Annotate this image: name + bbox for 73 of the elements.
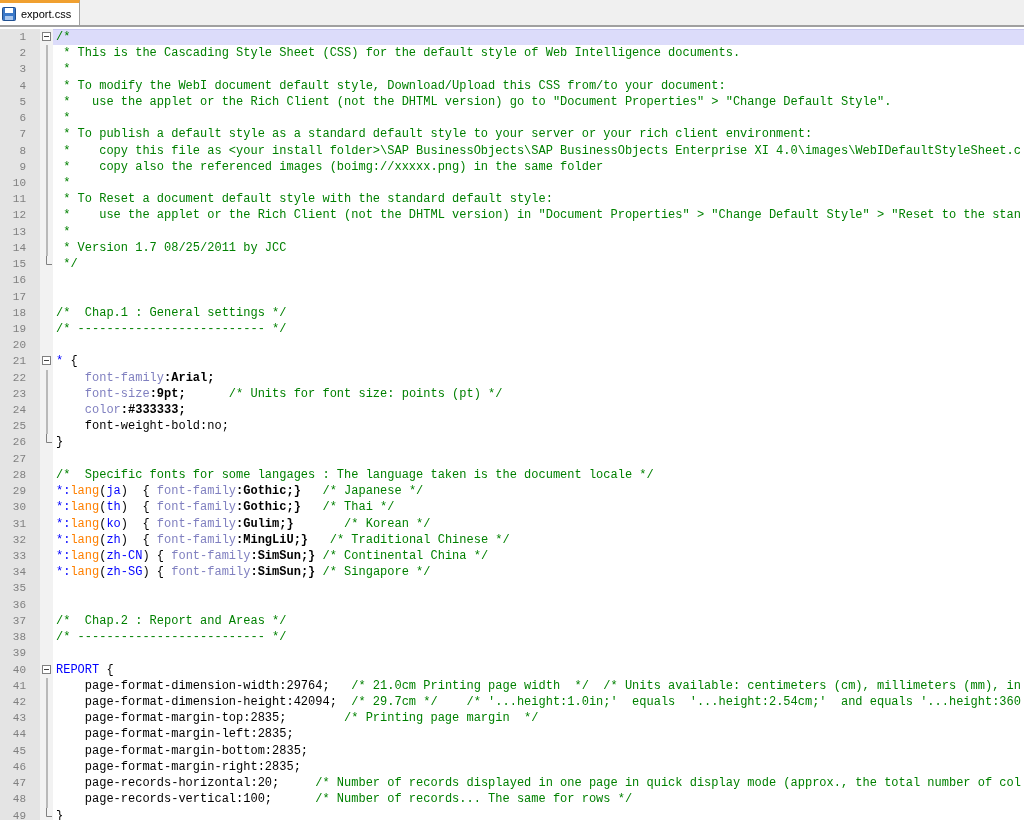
code-line: * Version 1.7 08/25/2011 by JCC — [62, 240, 287, 255]
code-line: page-records-horizontal:20; /* Number of records displayed in one page in quick display mode (approx., the total number of col — [83, 776, 1021, 791]
code-line: *:lang(zh-CN) { font-family:SimSun;} /* Continental China */ — [56, 549, 489, 563]
line-number: 33 — [0, 548, 40, 565]
code-line: * use the applet or the Rich Client (not the DHTML version) go to "Document Properties" > "Change Default Style". — [62, 94, 892, 109]
line-number: 48 — [0, 791, 40, 808]
code-line: * To Reset a document default style with the standard default style: — [62, 192, 553, 207]
line-number: 16 — [0, 272, 40, 289]
line-number: 24 — [0, 402, 40, 419]
line-number: 12 — [0, 207, 40, 224]
code-line: * use the applet or the Rich Client (not the DHTML version) in "Document Properties" > "Change Default Style" > "Reset to the stan — [62, 208, 1021, 223]
line-number: 2 — [0, 45, 40, 62]
code-line: * — [62, 62, 71, 77]
fold-end-marker — [45, 434, 52, 444]
code-line: /* -------------------------- */ — [56, 321, 287, 336]
line-number: 29 — [0, 483, 40, 500]
code-line: * To modify the WebI document default style, Download/Upload this CSS from/to your document: — [62, 78, 726, 93]
code-line: font-family:Arial; — [83, 370, 215, 385]
code-line: * — [62, 111, 71, 126]
fold-toggle-icon[interactable] — [42, 356, 51, 366]
code-line: /* -------------------------- */ — [56, 630, 287, 645]
fold-toggle-icon[interactable] — [42, 32, 51, 41]
code-line: /* Specific fonts for some langages : The language taken is the document locale */ — [56, 467, 654, 482]
code-line: page-format-margin-right:2835; — [83, 759, 301, 774]
code-line: page-format-margin-top:2835; /* Printing page margin */ — [83, 711, 539, 726]
code-line: * — [62, 175, 71, 190]
fold-end-marker — [45, 807, 52, 817]
code-line: font-weight-bold:no; — [83, 419, 229, 434]
line-number: 43 — [0, 710, 40, 727]
line-number: 30 — [0, 499, 40, 516]
code-line: * — [62, 224, 71, 239]
code-line: /* Chap.1 : General settings */ — [56, 305, 287, 320]
code-line: * copy also the referenced images (boimg://xxxxx.png) in the same folder — [62, 159, 604, 174]
line-number: 35 — [0, 580, 40, 597]
line-number: 20 — [0, 337, 40, 354]
code-line: page-format-dimension-height:42094; /* 29.7cm */ /* '...height:1.0in;' equals '...height:2.54cm;' and equals '...height:360 — [83, 694, 1021, 709]
code-line: * To publish a default style as a standard default style to your server or your rich client environment: — [62, 127, 813, 142]
code-line: *:lang(ja) { font-family:Gothic;} /* Japanese */ — [56, 484, 424, 499]
code-line: page-format-dimension-width:29764; /* 21.0cm Printing page width */ /* Units available: centimeters (cm), millimeters (mm), in — [83, 678, 1021, 693]
line-number: 34 — [0, 564, 40, 581]
line-number: 1 — [0, 29, 40, 46]
code-line: page-format-margin-left:2835; — [83, 727, 294, 742]
code-line: } — [56, 435, 64, 450]
code-line: * { — [56, 354, 78, 369]
line-number: 6 — [0, 110, 40, 127]
line-number: 25 — [0, 418, 40, 435]
line-number: 3 — [0, 61, 40, 78]
line-number: 39 — [0, 645, 40, 662]
fold-end-marker — [45, 256, 52, 266]
code-line: page-records-vertical:100; /* Number of records... The same for rows */ — [83, 792, 633, 807]
code-line: REPORT { — [56, 662, 114, 677]
line-number: 15 — [0, 256, 40, 273]
code-line: *:lang(zh-SG) { font-family:SimSun;} /* Singapore */ — [56, 565, 431, 580]
line-number: 11 — [0, 191, 40, 208]
line-number: 47 — [0, 775, 40, 792]
line-number: 7 — [0, 126, 40, 143]
line-number: 26 — [0, 434, 40, 451]
code-line: *:lang(th) { font-family:Gothic;} /* Thai */ — [56, 500, 395, 515]
file-tab[interactable]: export.css — [0, 0, 81, 25]
line-number: 38 — [0, 629, 40, 646]
code-line: * copy this file as <your install folder>\SAP BusinessObjects\SAP BusinessObjects Enterprise XI 4.0\images\WebIDefaultStyleSheet.c — [62, 143, 1021, 158]
code-line: *:lang(zh) { font-family:MingLiU;} /* Traditional Chinese */ — [56, 532, 510, 547]
code-line: /* — [56, 30, 71, 44]
code-line: color:#333333; — [83, 403, 186, 418]
line-number: 44 — [0, 726, 40, 743]
code-line: font-size:9pt; /* Units for font size: points (pt) */ — [83, 386, 503, 401]
fold-toggle-icon[interactable] — [42, 664, 51, 674]
line-number: 21 — [0, 353, 40, 370]
code-line: *:lang(ko) { font-family:Gulim;} /* Korean */ — [56, 516, 431, 531]
code-line: */ — [62, 257, 78, 272]
code-line: * This is the Cascading Style Sheet (CSS) for the default style of Web Intelligence documents. — [62, 46, 741, 61]
code-line: /* Chap.2 : Report and Areas */ — [56, 613, 287, 628]
code-line: page-format-margin-bottom:2835; — [83, 743, 309, 758]
